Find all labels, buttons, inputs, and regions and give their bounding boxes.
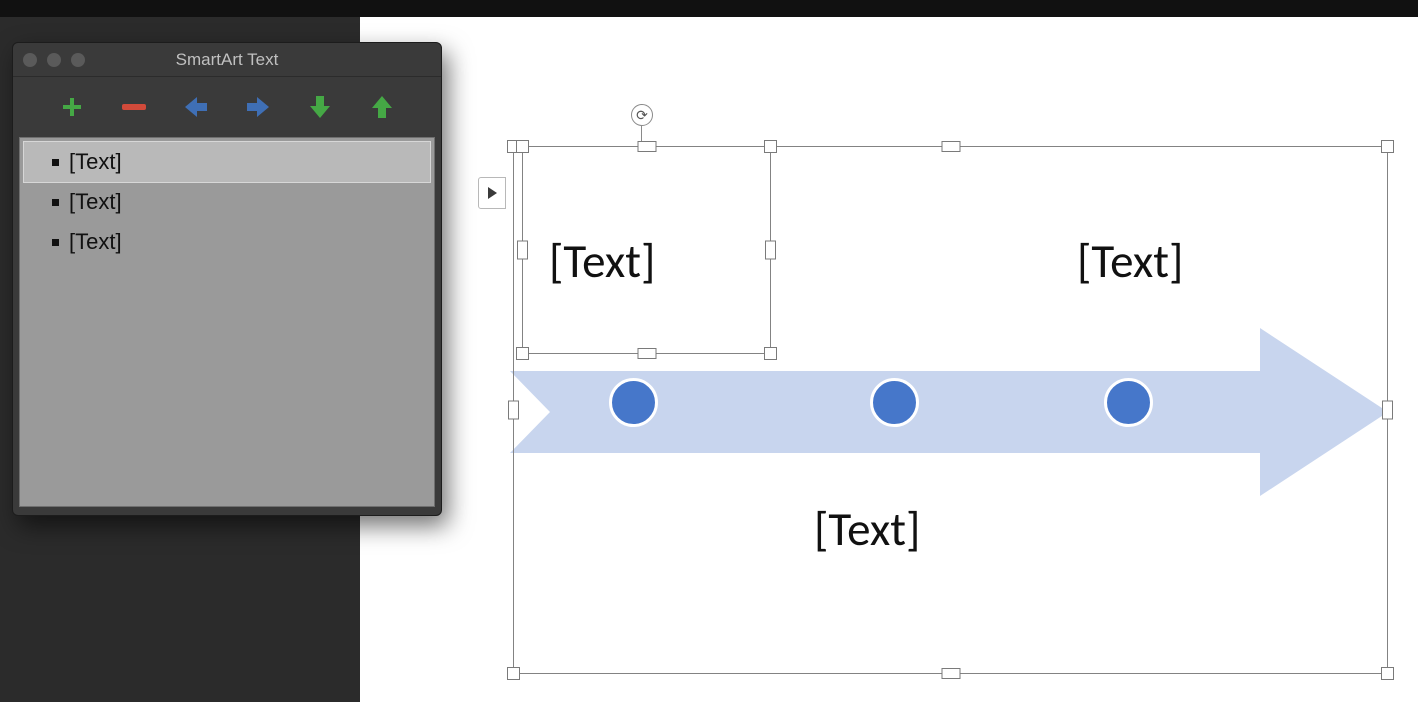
text-resize-handle-ne[interactable] (764, 140, 777, 153)
arrow-left-icon (183, 95, 209, 119)
smartart-object[interactable]: ⟳ (513, 146, 1388, 674)
resize-handle-s[interactable] (941, 668, 960, 679)
window-controls (23, 53, 85, 67)
plus-icon (60, 95, 84, 119)
demote-button[interactable] (244, 93, 272, 121)
resize-handle-e[interactable] (1382, 401, 1393, 420)
text-resize-handle-n[interactable] (637, 141, 656, 152)
text-resize-handle-e[interactable] (765, 241, 776, 260)
bullet-icon (52, 199, 59, 206)
rotate-handle[interactable]: ⟳ (631, 104, 653, 126)
workspace-top-strip (360, 0, 1418, 17)
text-resize-handle-w[interactable] (517, 241, 528, 260)
arrow-down-icon (308, 94, 332, 120)
window-close-button[interactable] (23, 53, 37, 67)
promote-button[interactable] (182, 93, 210, 121)
panel-titlebar[interactable]: SmartArt Text (13, 43, 441, 77)
resize-handle-w[interactable] (508, 401, 519, 420)
arrow-right-icon (245, 95, 271, 119)
window-minimize-button[interactable] (47, 53, 61, 67)
resize-handle-ne[interactable] (1381, 140, 1394, 153)
resize-handle-se[interactable] (1381, 667, 1394, 680)
text-resize-handle-s[interactable] (637, 348, 656, 359)
move-down-button[interactable] (306, 93, 334, 121)
minus-icon (121, 95, 147, 119)
bullet-text: [Text] (69, 189, 122, 215)
bullet-text: [Text] (69, 149, 122, 175)
sidebar-top-strip (0, 0, 360, 17)
bullet-list-item[interactable]: [Text] (24, 182, 430, 222)
text-resize-handle-nw[interactable] (516, 140, 529, 153)
resize-handle-sw[interactable] (507, 667, 520, 680)
text-resize-handle-se[interactable] (764, 347, 777, 360)
bullet-list-item[interactable]: [Text] (24, 222, 430, 262)
smartart-text-panel[interactable]: SmartArt Text (12, 42, 442, 516)
selection-outline-textbox (522, 146, 771, 354)
move-up-button[interactable] (368, 93, 396, 121)
bullet-list[interactable]: [Text] [Text] [Text] (19, 137, 435, 507)
resize-handle-n[interactable] (941, 141, 960, 152)
panel-title: SmartArt Text (176, 50, 279, 70)
panel-toolbar (13, 77, 441, 137)
bullet-list-item[interactable]: [Text] (24, 142, 430, 182)
text-resize-handle-sw[interactable] (516, 347, 529, 360)
remove-bullet-button[interactable] (120, 93, 148, 121)
window-zoom-button[interactable] (71, 53, 85, 67)
bullet-text: [Text] (69, 229, 122, 255)
bullet-icon (52, 239, 59, 246)
bullet-icon (52, 159, 59, 166)
arrow-up-icon (370, 94, 394, 120)
smartart-textpane-toggle[interactable] (478, 177, 506, 209)
add-bullet-button[interactable] (58, 93, 86, 121)
